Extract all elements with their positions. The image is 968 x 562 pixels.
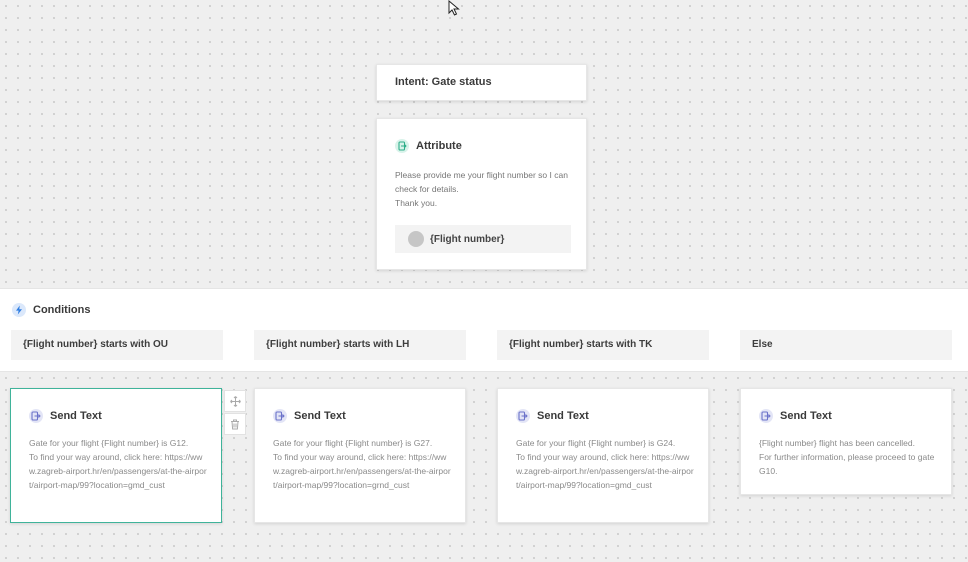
condition-item[interactable]: {Flight number} starts with OU xyxy=(11,330,223,360)
send-text-body: Gate for your flight {Flight number} is … xyxy=(273,436,451,492)
send-text-line: Gate for your flight {Flight number} is … xyxy=(29,438,189,448)
send-text-header: Send Text xyxy=(516,409,589,423)
condition-item[interactable]: {Flight number} starts with TK xyxy=(497,330,709,360)
trash-icon[interactable] xyxy=(224,413,246,435)
attribute-title: Attribute xyxy=(416,140,462,152)
send-text-node[interactable]: Send Text Gate for your flight {Flight n… xyxy=(497,388,709,523)
node-toolbar xyxy=(224,390,246,436)
send-text-node[interactable]: Send Text {Flight number} flight has bee… xyxy=(740,388,952,495)
intent-node[interactable]: Intent: Gate status xyxy=(376,64,587,101)
send-text-line: To find your way around, click here: htt… xyxy=(273,452,451,490)
send-text-line: To find your way around, click here: htt… xyxy=(516,452,694,490)
send-text-title: Send Text xyxy=(50,410,102,422)
intent-title: Intent: Gate status xyxy=(395,76,492,88)
lightning-icon xyxy=(12,303,26,317)
send-text-line: For further information, please proceed … xyxy=(759,452,935,476)
send-text-line: Gate for your flight {Flight number} is … xyxy=(273,438,433,448)
send-text-title: Send Text xyxy=(294,410,346,422)
move-icon[interactable] xyxy=(224,390,246,412)
attribute-message-line: Thank you. xyxy=(395,198,438,208)
send-text-icon xyxy=(273,409,287,423)
send-text-icon xyxy=(516,409,530,423)
conditions-node[interactable]: Conditions {Flight number} starts with O… xyxy=(0,288,968,372)
send-text-title: Send Text xyxy=(537,410,589,422)
send-text-line: {Flight number} flight has been cancelle… xyxy=(759,438,915,448)
send-text-icon xyxy=(29,409,43,423)
attribute-node[interactable]: Attribute Please provide me your flight … xyxy=(376,118,587,270)
send-text-node[interactable]: Send Text Gate for your flight {Flight n… xyxy=(10,388,222,523)
send-text-line: Gate for your flight {Flight number} is … xyxy=(516,438,676,448)
conditions-title: Conditions xyxy=(33,304,91,316)
attribute-variable-chip[interactable]: {Flight number} xyxy=(395,225,571,253)
send-text-header: Send Text xyxy=(29,409,102,423)
attribute-message: Please provide me your flight number so … xyxy=(395,168,571,210)
attribute-header: Attribute xyxy=(395,139,462,153)
mouse-cursor xyxy=(448,0,462,21)
condition-item-else[interactable]: Else xyxy=(740,330,952,360)
condition-item[interactable]: {Flight number} starts with LH xyxy=(254,330,466,360)
attribute-variable-label: {Flight number} xyxy=(430,233,505,245)
send-text-header: Send Text xyxy=(759,409,832,423)
variable-dot-icon xyxy=(408,231,424,247)
conditions-header: Conditions xyxy=(12,303,90,317)
send-text-node[interactable]: Send Text Gate for your flight {Flight n… xyxy=(254,388,466,523)
send-text-body: Gate for your flight {Flight number} is … xyxy=(29,436,207,492)
attribute-message-line: Please provide me your flight number so … xyxy=(395,170,568,194)
send-text-line: To find your way around, click here: htt… xyxy=(29,452,207,490)
send-text-body: {Flight number} flight has been cancelle… xyxy=(759,436,937,478)
send-text-header: Send Text xyxy=(273,409,346,423)
send-text-body: Gate for your flight {Flight number} is … xyxy=(516,436,694,492)
send-text-title: Send Text xyxy=(780,410,832,422)
attribute-icon xyxy=(395,139,409,153)
send-text-icon xyxy=(759,409,773,423)
